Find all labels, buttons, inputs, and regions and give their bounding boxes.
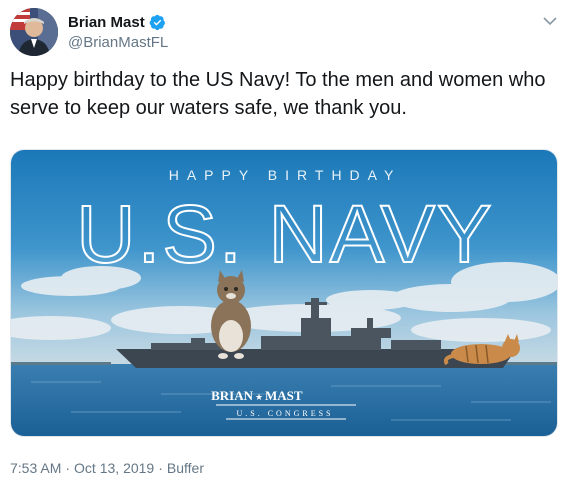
author-handle[interactable]: @BrianMastFL xyxy=(68,34,168,51)
brand-name-second: MAST xyxy=(265,388,303,403)
tweet-timestamp: 7:53 AM · Oct 13, 2019 · Buffer xyxy=(10,460,204,476)
tweet-media-image[interactable]: HAPPY BIRTHDAY U.S. NAVY BRIAN ★ MAST U.… xyxy=(10,149,558,437)
author-avatar[interactable] xyxy=(10,8,58,56)
author-name-row: Brian Mast xyxy=(68,12,168,32)
brand-star-icon: ★ xyxy=(255,392,263,402)
tweet-card: Brian Mast @BrianMastFL Happy birthday t… xyxy=(0,0,585,482)
verified-badge-icon xyxy=(149,14,165,30)
author-info: Brian Mast @BrianMastFL xyxy=(68,12,168,52)
kicker-text: HAPPY BIRTHDAY xyxy=(169,167,402,183)
author-name[interactable]: Brian Mast xyxy=(68,14,145,31)
timestamp-separator: · xyxy=(65,460,71,476)
headline-text: U.S. NAVY xyxy=(76,189,493,280)
source-separator: · xyxy=(158,460,163,476)
brand-sub: U.S. CONGRESS xyxy=(236,409,333,418)
tweet-text: Happy birthday to the US Navy! To the me… xyxy=(10,69,546,119)
brand-name-first: BRIAN xyxy=(211,388,254,403)
tweet-time[interactable]: 7:53 AM xyxy=(10,460,61,476)
tweet-source[interactable]: Buffer xyxy=(167,460,204,476)
navy-birthday-image: HAPPY BIRTHDAY U.S. NAVY BRIAN ★ MAST U.… xyxy=(11,150,557,436)
chevron-down-icon[interactable] xyxy=(543,14,557,28)
avatar-photo-icon xyxy=(10,8,58,56)
tweet-date[interactable]: Oct 13, 2019 xyxy=(74,460,154,476)
